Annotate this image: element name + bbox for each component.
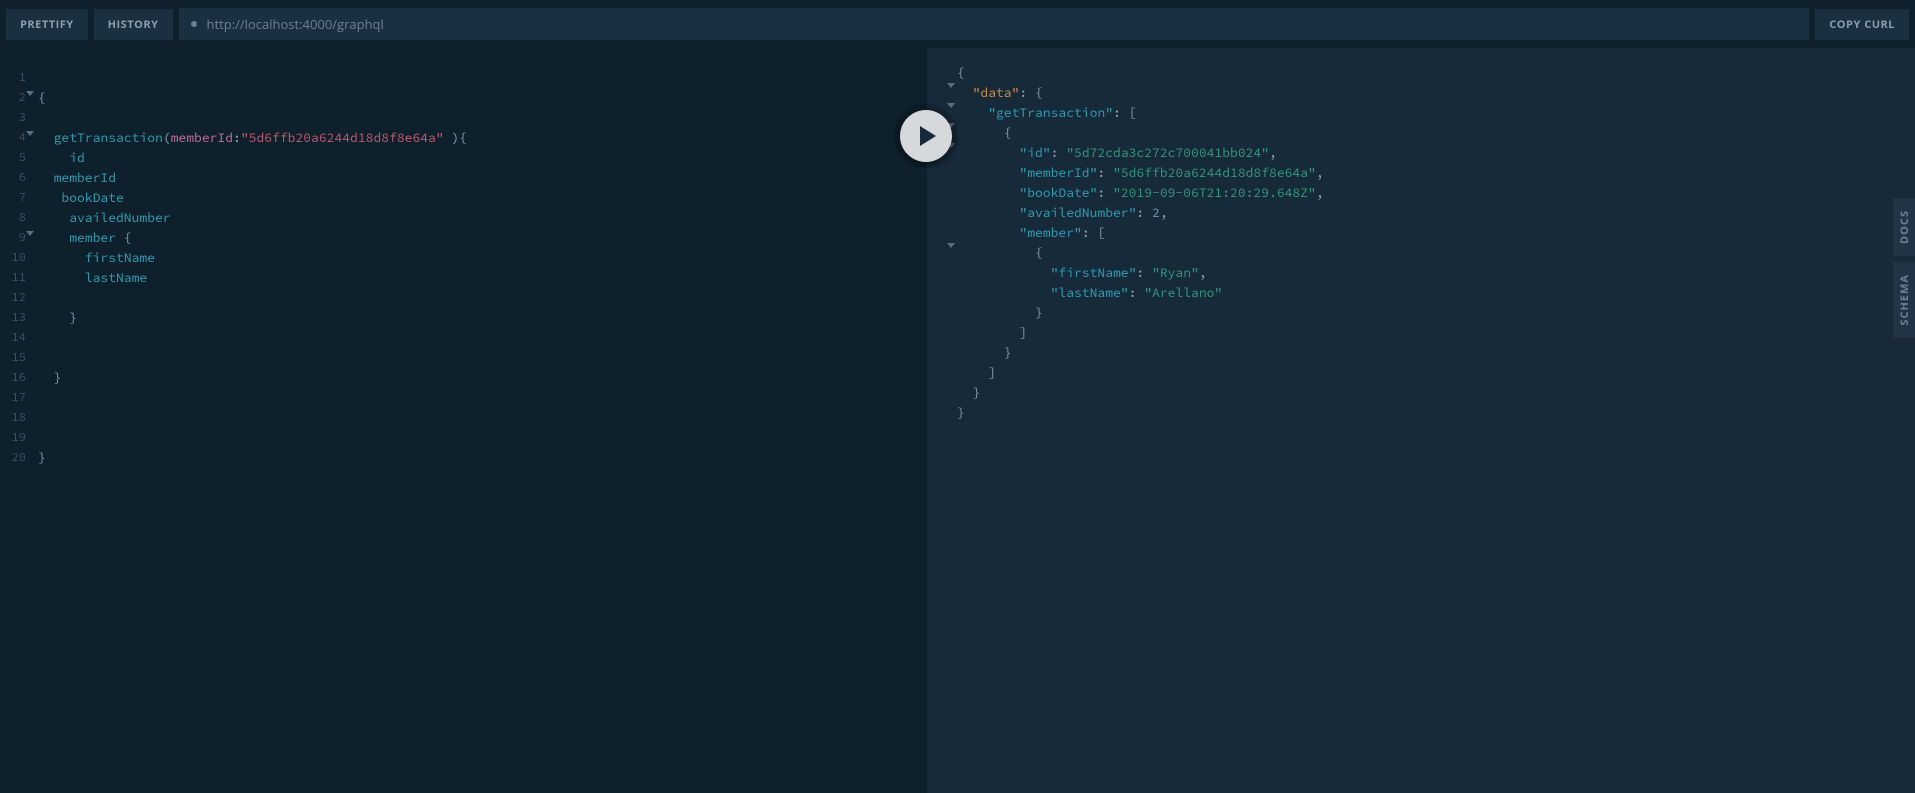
result-line: "availedNumber": 2, [945,203,1915,223]
query-editor-pane: 1234567891011121314151617181920 { getTra… [0,48,927,793]
result-line: } [945,403,1915,423]
result-line: "id": "5d72cda3c272c700041bb024", [945,143,1915,163]
fold-arrow-icon[interactable] [26,91,34,96]
result-line: "firstName": "Ryan", [945,263,1915,283]
code-line[interactable] [38,428,927,448]
query-editor[interactable]: { getTransaction(memberId:"5d6ffb20a6244… [30,48,927,793]
line-number: 5 [0,148,26,168]
code-line[interactable]: bookDate [38,188,927,208]
code-line[interactable] [38,288,927,308]
line-number: 9 [0,228,26,248]
line-number: 13 [0,308,26,328]
result-line: ] [945,363,1915,383]
code-line[interactable] [38,408,927,428]
result-line: "lastName": "Arellano" [945,283,1915,303]
copy-curl-button[interactable]: COPY CURL [1815,9,1909,40]
result-line: { [945,243,1915,263]
line-number: 16 [0,368,26,388]
code-line[interactable]: memberId [38,168,927,188]
line-number: 18 [0,408,26,428]
code-line[interactable]: getTransaction(memberId:"5d6ffb20a6244d1… [38,128,927,148]
result-pane: { "data": { "getTransaction": [ { "id": … [927,48,1915,793]
side-tabs: DOCS SCHEMA [1893,198,1915,338]
line-number: 6 [0,168,26,188]
line-number: 11 [0,268,26,288]
url-bar[interactable] [179,8,1810,40]
line-number: 14 [0,328,26,348]
result-line: "bookDate": "2019-09-06T21:20:29.648Z", [945,183,1915,203]
line-number: 17 [0,388,26,408]
result-line: { [945,123,1915,143]
line-number: 12 [0,288,26,308]
fold-arrow-icon[interactable] [26,131,34,136]
result-line: { [945,63,1915,83]
line-number: 4 [0,128,26,148]
toolbar: PRETTIFY HISTORY COPY CURL [0,0,1915,48]
line-number: 15 [0,348,26,368]
line-number: 10 [0,248,26,268]
docs-tab[interactable]: DOCS [1893,198,1915,256]
result-line: } [945,383,1915,403]
line-number: 19 [0,428,26,448]
code-line[interactable] [38,388,927,408]
history-button[interactable]: HISTORY [94,9,173,40]
code-line[interactable]: lastName [38,268,927,288]
code-line[interactable] [38,348,927,368]
line-number: 8 [0,208,26,228]
code-line[interactable]: firstName [38,248,927,268]
play-icon [918,125,938,147]
code-line[interactable]: } [38,368,927,388]
result-line: "getTransaction": [ [945,103,1915,123]
result-line: } [945,343,1915,363]
line-number: 1 [0,68,26,88]
code-line[interactable] [38,328,927,348]
result-line: ] [945,323,1915,343]
code-line[interactable]: id [38,148,927,168]
line-gutter: 1234567891011121314151617181920 [0,48,30,793]
code-line[interactable]: { [38,88,927,108]
result-line: "memberId": "5d6ffb20a6244d18d8f8e64a", [945,163,1915,183]
main-content: 1234567891011121314151617181920 { getTra… [0,48,1915,793]
code-line[interactable]: } [38,448,927,468]
line-number: 7 [0,188,26,208]
line-number: 2 [0,88,26,108]
code-line[interactable]: member { [38,228,927,248]
prettify-button[interactable]: PRETTIFY [6,9,88,40]
connection-status-icon [191,21,197,27]
result-line: } [945,303,1915,323]
code-line[interactable]: } [38,308,927,328]
execute-query-button[interactable] [900,110,952,162]
line-number: 3 [0,108,26,128]
fold-arrow-icon[interactable] [26,231,34,236]
line-number: 20 [0,448,26,468]
endpoint-url-input[interactable] [207,15,1798,33]
result-line: "data": { [945,83,1915,103]
code-line[interactable] [38,68,927,88]
schema-tab[interactable]: SCHEMA [1893,262,1915,338]
result-line: "member": [ [945,223,1915,243]
code-line[interactable] [38,108,927,128]
code-line[interactable]: availedNumber [38,208,927,228]
